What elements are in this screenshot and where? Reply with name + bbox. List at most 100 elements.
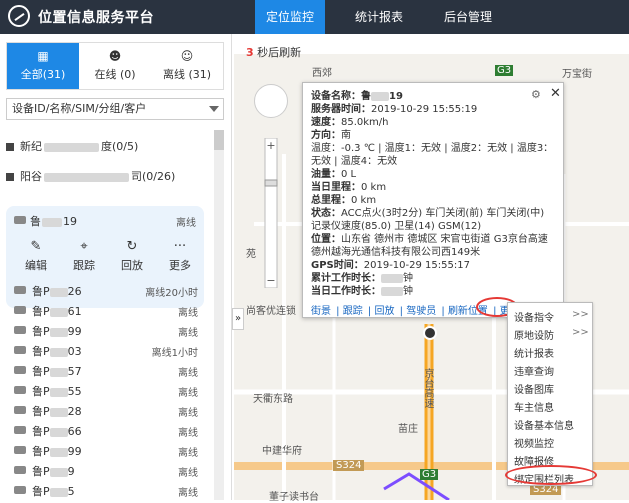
expand-icon (6, 143, 14, 151)
popup-oil: 油量：0 L (311, 169, 357, 180)
car-icon (14, 446, 26, 454)
map-label-road: S324 (333, 460, 365, 471)
replay-link[interactable]: 回放 (374, 306, 394, 317)
more-dropdown-menu: 设备指令 >> 原地设防 >> 统计报表 违章查询 设备图库 车主信息 设备基本信息… (507, 302, 593, 486)
app-title: 位置信息服务平台 (38, 10, 154, 26)
vehicle-plate: 鲁 19 (30, 215, 77, 228)
popup-speed: 速度：85.0km/h (311, 117, 389, 128)
gear-icon[interactable]: ⚙ (531, 88, 541, 101)
edit-icon: ✎ (30, 239, 42, 254)
car-icon (14, 386, 26, 394)
zoom-out-icon: − (266, 274, 275, 287)
menu-item-device-basic-info[interactable]: 设备基本信息 (514, 417, 574, 432)
highlight-fence-list (505, 465, 597, 485)
device-search-select[interactable]: 设备ID/名称/SIM/分组/客户 (6, 98, 224, 120)
zoom-in-icon: + (266, 139, 275, 152)
replay-button[interactable]: ↻ 回放 (112, 240, 152, 273)
sidebar-scroll-thumb[interactable] (214, 130, 224, 150)
group-item-1[interactable]: 新纪 度(0/5) (6, 136, 206, 158)
vehicle-marker[interactable] (423, 326, 437, 340)
car-icon (14, 426, 26, 434)
popup-temperature: 温度：-0.3 ℃ | 温度1：无效 | 温度2：无效 | 温度3： (311, 143, 554, 154)
expand-icon (6, 173, 14, 181)
user-check-icon: ☻ (108, 49, 122, 63)
car-icon (14, 366, 26, 374)
map-label-poi: 尚客优连锁 (246, 306, 296, 317)
car-icon (14, 486, 26, 494)
redacted-block (44, 172, 129, 182)
chevron-down-icon (209, 106, 219, 112)
popup-work-total: 累计工作时长：钟 (311, 273, 413, 284)
menu-item-video-monitor[interactable]: 视频监控 (514, 435, 554, 450)
tab-all-label: 全部(31) (20, 68, 66, 81)
map-label-place: 苗庄 (398, 424, 418, 435)
replay-label: 回放 (121, 259, 143, 272)
car-icon (14, 406, 26, 414)
group-count-1: 度(0/5) (101, 140, 139, 153)
group-item-2[interactable]: 阳谷 司(0/26) (6, 166, 206, 188)
map-label-place: 西郊 (312, 68, 332, 79)
more-label: 更多 (169, 259, 191, 272)
refresh-countdown: 3 秒后刷新 (246, 44, 301, 60)
tab-offline[interactable]: ☺ 离线 (31) (151, 43, 223, 89)
close-icon[interactable]: ✕ (550, 86, 561, 101)
group-name-1: 新纪 (20, 140, 42, 153)
more-icon: ··· (173, 239, 187, 254)
location-logo-icon (8, 5, 30, 27)
edit-button[interactable]: ✎ 编辑 (16, 240, 56, 273)
group-count-2: 司(0/26) (131, 170, 176, 183)
crosshair-icon: ⌖ (80, 239, 88, 254)
car-icon (14, 286, 26, 294)
edit-label: 编辑 (25, 259, 47, 272)
grid-icon: ▦ (37, 49, 49, 63)
popup-server-time: 服务器时间：2019-10-29 15:55:19 (311, 104, 478, 115)
tab-online[interactable]: ☻ 在线 (0) (79, 43, 151, 89)
menu-item-device-command[interactable]: 设备指令 >> (514, 309, 589, 324)
menu-item-arm-in-place[interactable]: 原地设防 >> (514, 327, 589, 342)
zoom-slider[interactable]: + − (264, 138, 278, 288)
menu-item-violation-query[interactable]: 违章查询 (514, 363, 554, 378)
car-icon (14, 306, 26, 314)
zoom-handle (264, 179, 278, 187)
popup-daily-mileage: 当日里程：0 km (311, 182, 387, 193)
menu-item-device-gallery[interactable]: 设备图库 (514, 381, 554, 396)
more-button[interactable]: ··· 更多 (160, 240, 200, 273)
replay-icon: ↻ (126, 239, 138, 254)
driver-link[interactable]: 驾驶员 (406, 306, 436, 317)
car-icon (14, 216, 26, 224)
nav-admin[interactable]: 后台管理 (433, 0, 503, 34)
collapse-sidebar-button[interactable]: » (232, 308, 244, 330)
map-label-highway: 京台高速 (422, 368, 433, 408)
vehicle-info-popup: ⚙ ✕ 设备名称：鲁 19 服务器时间：2019-10-29 15:55:19 速… (302, 82, 564, 318)
refresh-text: 秒后刷新 (257, 46, 302, 59)
tab-all[interactable]: ▦ 全部(31) (7, 43, 79, 89)
nav-location-monitor[interactable]: 定位监控 (255, 0, 325, 34)
nav-statistics[interactable]: 统计报表 (344, 0, 414, 34)
popup-location-2: 德州越海光通信科技有限公司西149米 (311, 247, 481, 258)
group-name-2: 阳谷 (20, 170, 42, 183)
top-bar: 位置信息服务平台 定位监控 统计报表 后台管理 (0, 0, 629, 34)
sidebar-scrollbar[interactable] (214, 130, 224, 500)
map-label-poi: 董子读书台 (269, 492, 319, 503)
car-icon (14, 346, 26, 354)
sidebar: ▦ 全部(31) ☻ 在线 (0) ☺ 离线 (31) 设备ID/名称/SIM/… (0, 34, 232, 500)
track-link[interactable]: 跟踪 (343, 306, 363, 317)
street-view-link[interactable]: 街景 (311, 306, 331, 317)
map-pan-control[interactable] (254, 84, 288, 118)
popup-location: 位置：山东省 德州市 德城区 宋官屯街道 G3京台高速 (311, 234, 548, 245)
tab-offline-label: 离线 (31) (162, 68, 212, 81)
map-label-highway: G3 (495, 65, 514, 76)
popup-device-name: 设备名称：鲁 19 (311, 91, 403, 102)
menu-item-statistics[interactable]: 统计报表 (514, 345, 554, 360)
menu-item-owner-info[interactable]: 车主信息 (514, 399, 554, 414)
track-label: 跟踪 (73, 259, 95, 272)
map-label-place: 万宝街 (562, 69, 592, 80)
search-placeholder: 设备ID/名称/SIM/分组/客户 (12, 102, 147, 115)
popup-total-mileage: 总里程：0 km (311, 195, 377, 206)
popup-temperature-2: 无效 | 温度4：无效 (311, 156, 398, 167)
car-icon (14, 466, 26, 474)
map-label-poi: 中建华府 (262, 446, 302, 457)
track-button[interactable]: ⌖ 跟踪 (64, 240, 104, 273)
redacted-block (44, 142, 99, 152)
vehicle-status: 离线 (176, 218, 196, 229)
